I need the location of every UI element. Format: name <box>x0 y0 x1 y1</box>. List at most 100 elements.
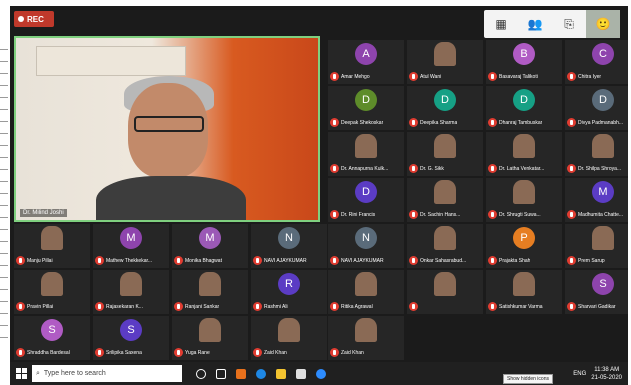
participant-name: Zaid Khan <box>264 349 287 356</box>
participant-tile[interactable] <box>407 270 483 314</box>
mic-muted-icon <box>95 348 104 357</box>
participant-tile[interactable]: M Mathew Thekkekar... <box>93 224 169 268</box>
participant-label: Amar Mehgo <box>330 72 370 81</box>
mic-muted-icon <box>488 164 497 173</box>
participant-tile[interactable]: P Prajakta Shah <box>486 224 562 268</box>
participant-tile[interactable]: Dr. Shrugti Suwa... <box>486 178 562 222</box>
participant-photo <box>120 272 142 296</box>
participant-label: Dhanraj Tambuskar <box>488 118 542 127</box>
participant-tile[interactable]: A Amar Mehgo <box>328 40 404 84</box>
participant-name: Deepak Shekoskar <box>341 119 384 126</box>
participant-tile[interactable]: Dr. Shilpa Shroya... <box>565 132 628 176</box>
participant-tile[interactable]: Dr. G. Sikk <box>407 132 483 176</box>
participants-button[interactable]: 👥 <box>518 10 552 38</box>
participant-tile[interactable]: D Dhanraj Tambuskar <box>486 86 562 130</box>
gallery-view-button[interactable]: ▦ <box>484 10 518 38</box>
active-speaker-video[interactable]: Dr. Milind Joshi <box>14 36 320 222</box>
taskbar-search-box[interactable]: ⌕ Type here to search <box>32 365 182 382</box>
participant-label: Onkar Sahasrabud... <box>409 256 466 265</box>
participant-tile[interactable]: S Shraddha Bardesal <box>14 316 90 360</box>
avatar: D <box>434 89 456 111</box>
participant-tile[interactable]: N NAVI AJAYKUMAR <box>328 224 404 268</box>
self-view-thumbnail[interactable]: 🙂 <box>586 10 620 38</box>
edge-icon[interactable] <box>256 368 266 379</box>
participant-tile[interactable]: Rajasekaran K... <box>93 270 169 314</box>
participant-tile[interactable]: Ritika Agrawal <box>328 270 404 314</box>
participant-photo <box>592 134 614 158</box>
participant-tile[interactable]: Pravin Pillai <box>14 270 90 314</box>
mic-muted-icon <box>567 72 576 81</box>
participant-label: NAVI AJAYKUMAR <box>330 256 384 265</box>
cortana-icon[interactable] <box>196 368 206 379</box>
participant-tile[interactable]: Manju Pillai <box>14 224 90 268</box>
participant-label: Yuga Rane <box>174 348 210 357</box>
mic-muted-icon <box>488 302 497 311</box>
participant-tile[interactable]: Zaid Khan <box>328 316 404 360</box>
share-screen-button[interactable]: ⎘ <box>552 10 586 38</box>
participant-tile[interactable]: S Srilipika Saxena <box>93 316 169 360</box>
store-icon[interactable] <box>296 368 306 379</box>
participant-name: Manju Pillai <box>27 257 53 264</box>
participant-name: Dhanraj Tambuskar <box>499 119 543 126</box>
participant-tile[interactable]: D Dr. Rini Francis <box>328 178 404 222</box>
participant-tile[interactable]: Zaid Khan <box>251 316 327 360</box>
participant-name: Ritika Agrawal <box>341 303 373 310</box>
participant-photo <box>513 134 535 158</box>
person-icon: 🙂 <box>595 17 611 31</box>
clock[interactable]: 11:38 AM 21-05-2020 <box>591 366 622 382</box>
participant-tile[interactable]: Satishkumar Varma <box>486 270 562 314</box>
participant-tile[interactable]: Atul Wani <box>407 40 483 84</box>
participant-tile[interactable]: D Deepak Shekoskar <box>328 86 404 130</box>
participant-name: Amar Mehgo <box>341 73 370 80</box>
file-explorer-icon[interactable] <box>276 368 286 379</box>
participant-tile[interactable]: Yuga Rane <box>172 316 248 360</box>
participant-tile[interactable]: M Monika Bhagwat <box>172 224 248 268</box>
participant-label: Chitra Iyer <box>567 72 601 81</box>
mic-muted-icon <box>567 118 576 127</box>
participant-name: Yuga Rane <box>185 349 210 356</box>
mic-muted-icon <box>330 164 339 173</box>
clock-time: 11:38 AM <box>594 366 620 373</box>
mic-muted-icon <box>567 302 576 311</box>
participant-tile[interactable]: N NAVI AJAYKUMAR <box>251 224 327 268</box>
participant-name: Shraddha Bardesal <box>27 349 70 356</box>
avatar: S <box>592 273 614 295</box>
avatar: M <box>120 227 142 249</box>
participant-tile[interactable]: Dr. Latha Venkatar... <box>486 132 562 176</box>
avatar: D <box>513 89 535 111</box>
participant-tile[interactable]: Ranjani Sankar <box>172 270 248 314</box>
system-tray: ENG 11:38 AM 21-05-2020 <box>573 366 628 382</box>
participant-label: Rashmi Ali <box>253 302 288 311</box>
participant-tile[interactable]: S Sharvari Gadikar <box>565 270 628 314</box>
participant-tile[interactable]: Dr. Sachin Hans... <box>407 178 483 222</box>
app-icon[interactable] <box>236 368 246 379</box>
participant-label: Zaid Khan <box>253 348 287 357</box>
language-indicator[interactable]: ENG <box>573 371 586 377</box>
participant-tile[interactable]: Onkar Sahasrabud... <box>407 224 483 268</box>
participant-tile[interactable]: R Rashmi Ali <box>251 270 327 314</box>
mic-muted-icon <box>174 348 183 357</box>
participant-name: NAVI AJAYKUMAR <box>264 257 307 264</box>
participant-photo <box>199 318 221 342</box>
zoom-app-icon[interactable] <box>316 368 326 379</box>
mic-muted-icon <box>330 72 339 81</box>
participant-label: Dr. Sachin Hans... <box>409 210 460 219</box>
participant-label: Atul Wani <box>409 72 441 81</box>
participant-tile[interactable]: M Madhumita Chatte... <box>565 178 628 222</box>
participant-photo <box>355 134 377 158</box>
start-button[interactable] <box>10 362 32 385</box>
participant-label: Satishkumar Varma <box>488 302 543 311</box>
participant-tile[interactable]: C Chitra Iyer <box>565 40 628 84</box>
participant-photo <box>355 272 377 296</box>
participant-tile[interactable]: D Deepika Sharma <box>407 86 483 130</box>
participant-tile[interactable]: Prem Sarup <box>565 224 628 268</box>
participant-photo <box>592 226 614 250</box>
participant-name: Divya Padmanabh... <box>578 119 624 126</box>
task-view-icon[interactable] <box>216 368 226 379</box>
participant-photo <box>199 272 221 296</box>
participant-label: Zaid Khan <box>330 348 364 357</box>
participant-tile[interactable]: Dr. Annapurna Kulk... <box>328 132 404 176</box>
participant-label: Madhumita Chatte... <box>567 210 623 219</box>
participant-tile[interactable]: B Basavaraj Talikoti <box>486 40 562 84</box>
participant-tile[interactable]: D Divya Padmanabh... <box>565 86 628 130</box>
